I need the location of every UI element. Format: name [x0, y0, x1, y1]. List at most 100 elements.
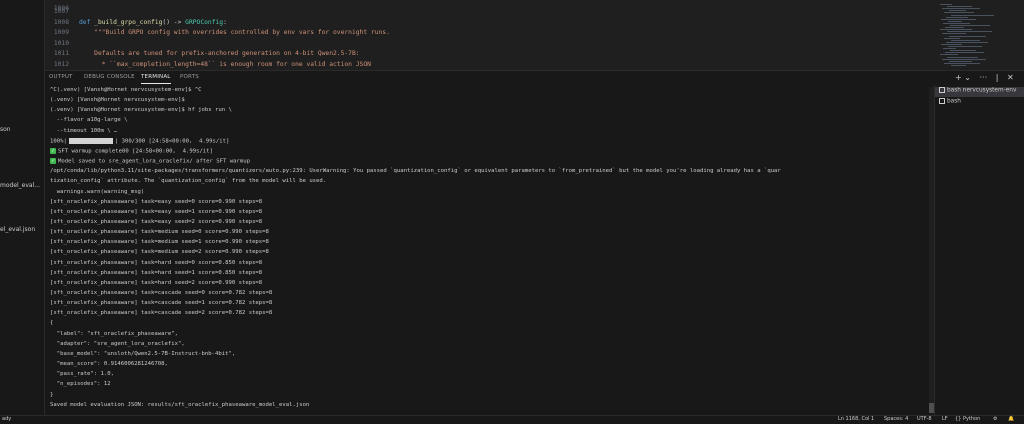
- new-terminal-button[interactable]: + ⌄: [955, 73, 971, 82]
- minimap-line: [951, 64, 966, 66]
- code-token: * ``max_completion_length=48`` is enough…: [79, 61, 371, 68]
- status-encoding[interactable]: UTF-8: [917, 416, 932, 422]
- terminal-line: [sft_oraclefix_phaseaware] task=cascade …: [50, 290, 273, 296]
- terminal-list: bash nervcusystem-env bash: [934, 85, 1024, 415]
- separator: |: [995, 73, 999, 82]
- status-message: Model saved to sre_agent_lora_oraclefix/…: [58, 158, 250, 165]
- minimap-line: [940, 4, 952, 5]
- minimap-line: [949, 10, 966, 12]
- terminal-line: ^C(.venv) [Vansh@Hornet nervcusystem-env…: [50, 87, 202, 93]
- code-text: * ``max_completion_length=48`` is enough…: [79, 61, 371, 68]
- code-text: def _build_grpo_config() -> GRPOConfig:: [79, 19, 227, 26]
- code-token: Defaults are tuned for prefix-anchored g…: [79, 50, 360, 58]
- status-language[interactable]: {} Python: [955, 416, 980, 422]
- status-indentation[interactable]: Spaces: 4: [884, 416, 908, 422]
- minimap-line: [942, 33, 966, 35]
- explorer-item[interactable]: model_eval...: [0, 182, 40, 189]
- notifications-icon[interactable]: 🔔: [1008, 416, 1014, 422]
- minimap-line: [944, 37, 960, 39]
- terminal-line: [sft_oraclefix_phaseaware] task=easy see…: [50, 198, 263, 205]
- code-text: Defaults are tuned for prefix-anchored g…: [79, 50, 360, 58]
- minimap[interactable]: [934, 0, 1024, 70]
- terminal-line: "adapter": "sre_agent_lora_oraclefix",: [50, 340, 185, 347]
- minimap-line: [949, 35, 986, 37]
- terminal-line: [sft_oraclefix_phaseaware] task=hard see…: [50, 259, 263, 266]
- terminal-line: (.venv) [Vansh@Hornet nervcusystem-env]$…: [50, 107, 232, 114]
- progress-bar: [68, 137, 113, 144]
- tab-terminal[interactable]: TERMINAL: [141, 74, 171, 84]
- minimap-line: [944, 62, 980, 64]
- terminal-line: "label": "sft_oraclefix_phaseaware",: [50, 330, 178, 337]
- minimap-line: [943, 48, 956, 50]
- terminal-line: [sft_oraclefix_phaseaware] task=medium s…: [50, 239, 269, 246]
- line-number: 1010: [53, 39, 69, 47]
- progress-stats: | 300/300 [24:58<00:00, 4.99s/it]: [114, 138, 230, 145]
- minimap-line: [944, 12, 974, 14]
- minimap-line: [946, 41, 988, 43]
- line-number: 1008: [53, 18, 69, 26]
- minimap-line: [940, 54, 958, 56]
- code-text: """Build GRPO config with overrides cont…: [79, 29, 390, 36]
- minimap-line: [948, 20, 962, 22]
- minimap-line: [948, 46, 982, 47]
- terminal-line: [sft_oraclefix_phaseaware] task=cascade …: [50, 310, 273, 317]
- code-editor[interactable]: 1006 1007 1008 def _build_grpo_config() ->…: [45, 0, 934, 70]
- minimap-line: [945, 52, 984, 54]
- terminal-line: --flavor a10g-large \: [50, 117, 128, 124]
- minimap-line: [950, 25, 990, 26]
- code-token: :: [223, 18, 227, 26]
- terminal-line: "pass_rate": 1.0,: [50, 371, 114, 378]
- terminal-output[interactable]: ^C(.venv) [Vansh@Hornet nervcusystem-env…: [50, 87, 928, 415]
- tab-debug-console[interactable]: DEBUG CONSOLE: [84, 74, 135, 80]
- code-token: GRPOConfig: [185, 18, 224, 26]
- tab-ports[interactable]: PORTS: [180, 74, 199, 80]
- terminal-line: "base_model": "unsloth/Qwen2.5-7B-Instru…: [50, 350, 236, 357]
- progress-line: 100%| | 300/300 [24:58<00:00, 4.99s/it]: [50, 137, 230, 148]
- minimap-line: [940, 29, 972, 31]
- minimap-line: [942, 58, 986, 60]
- explorer-item[interactable]: el_eval.json: [0, 226, 35, 233]
- terminal-item-bash[interactable]: bash: [935, 98, 1024, 108]
- terminal-item-bash-env[interactable]: bash nervcusystem-env: [935, 87, 1024, 97]
- terminal-line: [sft_oraclefix_phaseaware] task=medium s…: [50, 229, 269, 236]
- terminal-line: warnings.warn(warning_msg): [50, 188, 145, 195]
- terminal-line: {: [50, 320, 54, 327]
- terminal-line: [sft_oraclefix_phaseaware] task=medium s…: [50, 249, 269, 256]
- terminal-line: ✓ Model saved to sre_agent_lora_oraclefix…: [50, 158, 250, 168]
- code-token: _build_grpo_config: [94, 18, 163, 26]
- tab-output[interactable]: OUTPUT: [49, 74, 73, 80]
- code-token: () ->: [162, 18, 186, 26]
- minimap-line: [950, 50, 976, 52]
- line-number: 1009: [53, 29, 69, 37]
- terminal-line: (.venv) [Vansh@Hornet nervcusystem-env]$: [50, 97, 185, 104]
- panel-actions: + ⌄ ··· | ✕: [955, 73, 1020, 82]
- check-icon: ✓: [50, 158, 56, 165]
- status-eol[interactable]: LF: [942, 416, 948, 422]
- terminal-line: }: [50, 391, 54, 398]
- terminal-line: /opt/conda/lib/python3.11/site-packages/…: [50, 168, 781, 175]
- code-token: def: [79, 18, 95, 26]
- close-panel-icon[interactable]: ✕: [1007, 73, 1014, 82]
- minimap-line: [945, 27, 964, 29]
- terminal-line: Saved model evaluation JSON: results/sft…: [50, 401, 310, 408]
- minimap-line: [943, 22, 970, 24]
- bottom-panel: OUTPUT DEBUG CONSOLE TERMINAL PORTS + ⌄ …: [45, 70, 1024, 416]
- settings-icon[interactable]: ⚙: [993, 416, 997, 422]
- terminal-icon: [939, 98, 945, 104]
- minimap-line: [942, 8, 980, 10]
- minimap-line: [947, 31, 992, 33]
- more-actions-button[interactable]: ···: [980, 73, 988, 82]
- minimap-line: [941, 18, 976, 20]
- status-cursor-position[interactable]: Ln 1168, Col 1: [838, 416, 874, 422]
- terminal-line: [sft_oraclefix_phaseaware] task=hard see…: [50, 269, 263, 276]
- explorer-item[interactable]: son: [0, 126, 11, 133]
- status-message: SFT warmup complete00 [24:58<00:00, 4.99…: [58, 148, 213, 155]
- check-icon: ✓: [50, 147, 56, 154]
- line-number: 1007: [53, 8, 69, 15]
- terminal-line: --timeout 100m \ …: [50, 127, 118, 134]
- terminal-line: ✓ SFT warmup complete00 [24:58<00:00, 4.9…: [50, 147, 213, 158]
- terminal-line: [sft_oraclefix_phaseaware] task=cascade …: [50, 300, 273, 307]
- minimap-line: [951, 39, 980, 41]
- code-token: """Build GRPO config with overrides cont…: [79, 29, 390, 37]
- terminal-line: tization_config` attribute. The `quantiz…: [50, 178, 327, 185]
